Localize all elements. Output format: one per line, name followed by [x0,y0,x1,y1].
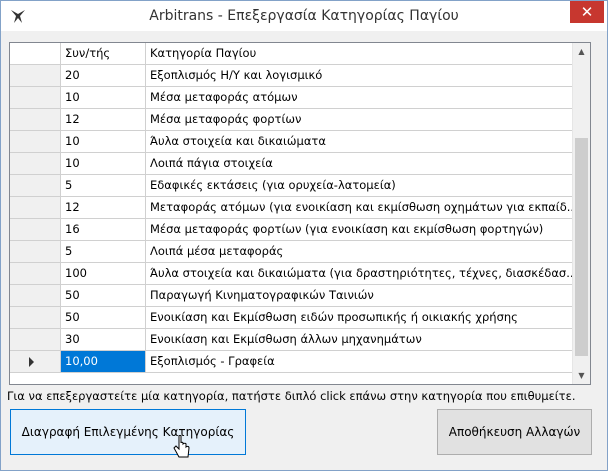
table-row[interactable]: 12 Μέσα μεταφοράς φορτίων [10,109,574,131]
category-name-cell[interactable]: Ενοικίαση και Εκμίσθωση άλλων μηχανημάτω… [146,329,574,351]
category-name-cell[interactable]: Μέσα μεταφοράς ατόμων [146,87,574,109]
row-selector[interactable] [10,175,61,197]
row-selector[interactable] [10,197,61,219]
table-row[interactable]: 50 Παραγωγή Κινηματογραφικών Ταινιών [10,285,574,307]
category-name-cell[interactable]: Παραγωγή Κινηματογραφικών Ταινιών [146,285,574,307]
row-selector[interactable] [10,153,61,175]
row-selector[interactable] [10,351,61,373]
depreciation-rate-cell[interactable]: 100 [61,263,146,285]
save-changes-button[interactable]: Αποθήκευση Αλλαγών [437,409,592,455]
table-row[interactable]: 10,00 Εξοπλισμός - Γραφεία [10,351,574,373]
row-selector[interactable] [10,307,61,329]
row-selector[interactable] [10,87,61,109]
scrollbar-thumb[interactable] [575,138,588,356]
category-name-cell[interactable]: Εξοπλισμός - Γραφεία [146,351,574,373]
row-selector[interactable] [10,65,61,87]
category-grid[interactable]: Συν/τής Κατηγορία Παγίου 20 Εξοπλισμός Η/… [9,42,591,385]
category-name-cell[interactable]: Άυλα στοιχεία και δικαιώματα [146,131,574,153]
row-selector[interactable] [10,109,61,131]
row-selector[interactable] [10,263,61,285]
depreciation-rate-cell[interactable]: 16 [61,219,146,241]
row-selector-header [10,43,61,65]
row-selector[interactable] [10,131,61,153]
table-row[interactable]: 10 Άυλα στοιχεία και δικαιώματα [10,131,574,153]
category-name-cell[interactable]: Άυλα στοιχεία και δικαιώματα (για δραστη… [146,263,574,285]
category-name-cell[interactable]: Εξοπλισμός Η/Υ και λογισμικό [146,65,574,87]
depreciation-rate-cell[interactable]: 12 [61,109,146,131]
close-button[interactable]: ✕ [570,1,604,23]
row-selector[interactable] [10,329,61,351]
column-header-rate[interactable]: Συν/τής [61,43,146,65]
table-row[interactable]: 30 Ενοικίαση και Εκμίσθωση άλλων μηχανημά… [10,329,574,351]
table-row[interactable]: 12 Μεταφοράς ατόμων (για ενοικίαση και εκ… [10,197,574,219]
depreciation-rate-cell[interactable]: 10 [61,153,146,175]
title-bar[interactable]: Arbitrans - Επεξεργασία Κατηγορίας Παγίο… [1,1,607,31]
row-selector[interactable] [10,285,61,307]
category-name-cell[interactable]: Λοιπά πάγια στοιχεία [146,153,574,175]
category-name-cell[interactable]: Μεταφοράς ατόμων (για ενοικίαση και εκμί… [146,197,574,219]
table-row[interactable]: 100 Άυλα στοιχεία και δικαιώματα (για δρα… [10,263,574,285]
depreciation-rate-cell[interactable]: 50 [61,285,146,307]
edit-category-window: Arbitrans - Επεξεργασία Κατηγορίας Παγίο… [0,0,608,471]
column-header-category[interactable]: Κατηγορία Παγίου [146,43,574,65]
instruction-text: Για να επεξεργαστείτε μία κατηγορία, πατ… [7,389,576,403]
row-selector[interactable] [10,241,61,263]
table-row[interactable]: 10 Λοιπά πάγια στοιχεία [10,153,574,175]
scroll-up-icon[interactable]: ▲ [573,43,590,60]
depreciation-rate-cell[interactable]: 12 [61,197,146,219]
mouse-cursor-icon [173,435,190,458]
table-row[interactable]: 5 Εδαφικές εκτάσεις (για ορυχεία-λατομεία… [10,175,574,197]
row-selector[interactable] [10,219,61,241]
depreciation-rate-cell[interactable]: 10 [61,87,146,109]
table-row[interactable]: 16 Μέσα μεταφοράς φορτίων (για ενοικίαση … [10,219,574,241]
vertical-scrollbar[interactable]: ▲ ▼ [572,43,590,384]
scroll-down-icon[interactable]: ▼ [573,367,590,384]
table-row[interactable]: 5 Λοιπά μέσα μεταφοράς [10,241,574,263]
depreciation-rate-cell[interactable]: 30 [61,329,146,351]
category-name-cell[interactable]: Λοιπά μέσα μεταφοράς [146,241,574,263]
delete-selected-category-button[interactable]: Διαγραφή Επιλεγμένης Κατηγορίας [10,409,246,455]
table-row[interactable]: 20 Εξοπλισμός Η/Υ και λογισμικό [10,65,574,87]
depreciation-rate-cell[interactable]: 10 [61,131,146,153]
category-name-cell[interactable]: Εδαφικές εκτάσεις (για ορυχεία-λατομεία) [146,175,574,197]
category-name-cell[interactable]: Ενοικίαση και Εκμίσθωση ειδών προσωπικής… [146,307,574,329]
table-row[interactable]: 50 Ενοικίαση και Εκμίσθωση ειδών προσωπικ… [10,307,574,329]
depreciation-rate-cell[interactable]: 20 [61,65,146,87]
current-row-arrow-icon [29,357,34,367]
category-name-cell[interactable]: Μέσα μεταφοράς φορτίων (για ενοικίαση κα… [146,219,574,241]
table-row[interactable]: 10 Μέσα μεταφοράς ατόμων [10,87,574,109]
grid-header-row: Συν/τής Κατηγορία Παγίου [10,43,574,65]
category-name-cell[interactable]: Μέσα μεταφοράς φορτίων [146,109,574,131]
depreciation-rate-cell[interactable]: 50 [61,307,146,329]
depreciation-rate-cell[interactable]: 5 [61,175,146,197]
window-title: Arbitrans - Επεξεργασία Κατηγορίας Παγίο… [149,8,459,24]
depreciation-rate-cell[interactable]: 5 [61,241,146,263]
depreciation-rate-cell[interactable]: 10,00 [61,351,146,373]
close-icon: ✕ [580,3,594,21]
